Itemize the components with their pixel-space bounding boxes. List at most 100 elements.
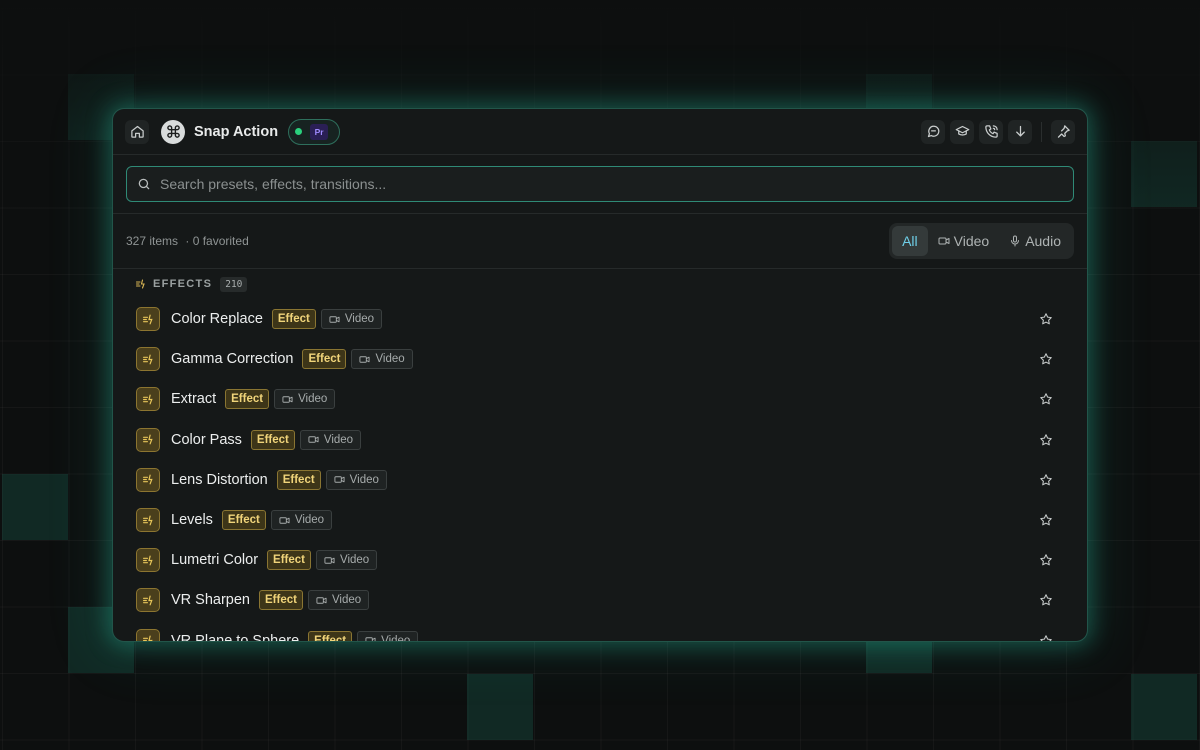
filter-audio-button[interactable]: Audio [999, 226, 1071, 256]
favorite-star-icon[interactable] [1039, 634, 1053, 642]
type-badge: Effect [259, 590, 303, 611]
item-name: Color Replace [171, 311, 263, 328]
item-name: Gamma Correction [171, 351, 294, 368]
type-badge: Effect [276, 469, 321, 490]
effect-wand-icon [135, 279, 145, 289]
effect-wand-icon [142, 515, 153, 525]
toolbar-divider [1041, 121, 1042, 142]
effect-wand-icon [142, 434, 153, 445]
effect-icon [136, 467, 160, 492]
type-badge: Effect [308, 630, 353, 641]
item-name: VR Plane to Sphere [171, 632, 300, 642]
result-summary: 327 items · 0 favorited [126, 234, 249, 248]
video-icon [316, 597, 327, 604]
effect-icon [136, 548, 160, 573]
host-app-chip[interactable]: Pr [288, 118, 341, 145]
title-bar: Snap Action Pr [113, 109, 1087, 155]
item-name: Color Pass [171, 431, 242, 448]
effect-icon [136, 508, 160, 533]
favorite-star-icon[interactable] [1039, 352, 1053, 366]
snap-action-window: Snap Action Pr Search presets, effects, … [112, 108, 1088, 642]
filter-audio-label: Audio [1025, 233, 1061, 249]
favorite-star-icon[interactable] [1039, 392, 1053, 406]
media-label: Video [331, 594, 362, 607]
favorite-star-icon[interactable] [1039, 553, 1053, 567]
favorite-star-icon[interactable] [1039, 433, 1053, 447]
type-badge: Effect [271, 309, 316, 330]
video-icon [329, 315, 340, 323]
media-label: Video [381, 634, 411, 642]
media-badge: Video [325, 469, 387, 490]
filter-all-label: All [902, 233, 918, 249]
favorite-star-icon[interactable] [1039, 312, 1053, 326]
video-icon [282, 396, 293, 403]
command-logo-icon [166, 125, 180, 138]
search-section [113, 155, 1087, 214]
chat-icon [927, 125, 939, 138]
media-badge: Video [320, 309, 383, 330]
filter-video-button[interactable]: Video [928, 226, 1000, 256]
section-count-badge: 210 [220, 276, 248, 292]
home-icon [130, 125, 144, 138]
video-icon [308, 436, 319, 443]
premiere-pro-badge: Pr [310, 123, 329, 140]
favorite-star-icon[interactable] [1039, 473, 1053, 487]
download-button[interactable] [1008, 119, 1032, 144]
video-icon [279, 516, 290, 524]
section-title: EFFECTS [153, 278, 213, 290]
media-badge: Video [315, 550, 378, 571]
list-item[interactable]: Lumetri Color Effect Video [113, 540, 1087, 580]
type-badge: Effect [267, 550, 311, 571]
filter-bar: 327 items · 0 favorited All Video Audio [113, 214, 1087, 269]
item-name: Lens Distortion [171, 471, 268, 488]
list-item[interactable]: Gamma Correction Effect Video [113, 339, 1087, 379]
media-label: Video [323, 433, 354, 446]
media-badge: Video [270, 510, 333, 531]
mic-icon [1011, 235, 1020, 247]
filter-video-label: Video [953, 233, 990, 249]
media-filter-segmented-control: All Video Audio [889, 223, 1074, 259]
list-item[interactable]: Extract Effect Video [113, 379, 1087, 419]
phone-icon [984, 125, 998, 138]
favorite-star-icon[interactable] [1039, 593, 1053, 607]
effect-wand-icon [142, 394, 153, 405]
effect-wand-icon [142, 555, 153, 566]
item-name: VR Sharpen [171, 592, 250, 609]
media-label: Video [339, 554, 370, 567]
media-badge: Video [307, 590, 370, 611]
list-item[interactable]: VR Sharpen Effect Video [113, 580, 1087, 620]
pin-button[interactable] [1051, 119, 1075, 144]
media-badge: Video [299, 429, 362, 450]
list-item[interactable]: Lens Distortion Effect Video [113, 460, 1087, 500]
media-label: Video [298, 393, 328, 406]
effect-wand-icon [142, 595, 153, 606]
support-button[interactable] [979, 119, 1003, 144]
favorite-star-icon[interactable] [1039, 513, 1053, 527]
video-icon [334, 476, 345, 484]
type-badge: Effect [250, 429, 295, 450]
effect-icon [136, 347, 160, 372]
list-item[interactable]: VR Plane to Sphere Effect Video [113, 621, 1087, 642]
list-item[interactable]: Color Pass Effect Video [113, 420, 1087, 460]
effect-icon [136, 588, 160, 613]
feedback-button[interactable] [921, 119, 945, 144]
effect-wand-icon [142, 635, 153, 641]
connection-status-dot [295, 128, 303, 135]
tutorials-button[interactable] [950, 119, 974, 144]
search-box[interactable] [126, 166, 1074, 202]
media-label: Video [344, 313, 375, 326]
search-input[interactable] [160, 176, 1063, 192]
item-name: Extract [171, 391, 217, 408]
effects-section-header: EFFECTS 210 [113, 269, 1087, 299]
list-item[interactable]: Color Replace Effect Video [113, 299, 1087, 339]
filter-all-button[interactable]: All [892, 226, 928, 256]
list-item[interactable]: Levels Effect Video [113, 500, 1087, 540]
app-title: Snap Action [194, 123, 279, 140]
download-icon [1015, 125, 1025, 137]
home-button[interactable] [125, 119, 149, 144]
effect-wand-icon [142, 474, 153, 485]
media-badge: Video [357, 630, 419, 642]
media-label: Video [294, 514, 325, 527]
effect-wand-icon [142, 314, 153, 325]
item-name: Lumetri Color [171, 552, 259, 569]
